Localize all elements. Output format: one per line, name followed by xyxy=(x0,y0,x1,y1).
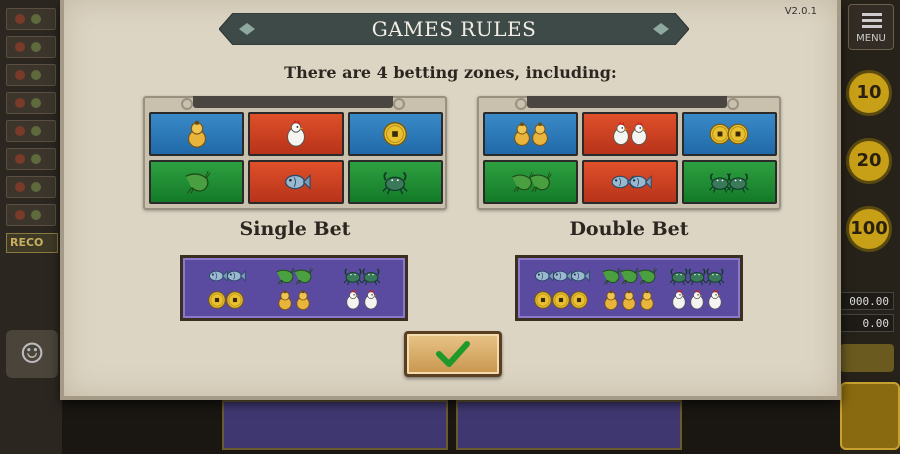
gourd-icon xyxy=(531,122,548,146)
history-cell xyxy=(6,120,56,142)
rooster-icon xyxy=(708,289,722,310)
menu-button[interactable]: MENU xyxy=(848,4,894,50)
zone-gourd xyxy=(483,112,579,156)
gourd-icon xyxy=(640,290,654,311)
rooster-icon xyxy=(364,289,378,310)
zone-crab xyxy=(347,160,443,204)
page-title: GAMES RULES xyxy=(371,17,537,41)
crab-icon xyxy=(361,268,381,286)
double-bet-combo xyxy=(515,255,743,321)
rules-subtitle: There are 4 betting zones, including: xyxy=(284,63,617,82)
fish-icon xyxy=(226,270,246,282)
confirm-button[interactable] xyxy=(404,331,502,377)
single-bet-board xyxy=(143,96,447,210)
fish-icon xyxy=(285,174,311,190)
rules-dialog: V2.0.1 GAMES RULES There are 4 betting z… xyxy=(60,0,841,400)
single-bet-combo xyxy=(180,255,408,321)
combo-group xyxy=(274,265,314,311)
balance-amount: 000.00 xyxy=(836,292,894,310)
double-bet-label: Double Bet xyxy=(569,218,689,240)
background-left-column: RECO ☺ xyxy=(0,0,62,454)
history-cell xyxy=(6,92,56,114)
crab-icon xyxy=(705,268,725,286)
history-cell xyxy=(6,176,56,198)
combo-group xyxy=(668,265,726,311)
title-banner: GAMES RULES xyxy=(219,13,689,45)
background-bottom-tiles xyxy=(222,400,692,454)
version-label: V2.0.1 xyxy=(784,6,817,17)
zone-rooster xyxy=(582,112,678,156)
chip-100-button[interactable]: 100 xyxy=(846,206,892,252)
combo-group xyxy=(532,265,590,311)
shrimp-icon xyxy=(185,170,211,194)
coin-icon xyxy=(570,291,588,309)
rooster-icon xyxy=(631,121,647,145)
zone-shrimp xyxy=(149,160,245,204)
coin-icon xyxy=(226,291,244,309)
chip-10-button[interactable]: 10 xyxy=(846,70,892,116)
gourd-icon xyxy=(187,120,206,148)
combo-group xyxy=(206,265,246,311)
chip-20-button[interactable]: 20 xyxy=(846,138,892,184)
gourd-icon xyxy=(296,290,310,311)
board-cap xyxy=(181,96,405,110)
combo-group xyxy=(600,265,658,311)
zone-fish xyxy=(582,160,678,204)
zone-rooster xyxy=(248,112,344,156)
history-cell xyxy=(6,148,56,170)
history-cell xyxy=(6,64,56,86)
checkmark-icon xyxy=(436,341,470,367)
fish-icon xyxy=(570,270,590,282)
single-bet-zones xyxy=(149,112,443,204)
repeat-button[interactable] xyxy=(840,344,894,372)
bet-amount: 0.00 xyxy=(836,314,894,332)
bet-tile xyxy=(456,400,682,450)
emoji-icon[interactable]: ☺ xyxy=(6,330,58,378)
history-cell xyxy=(6,204,56,226)
coin-icon xyxy=(727,123,749,145)
double-bet-board xyxy=(477,96,781,210)
crab-icon xyxy=(382,171,409,195)
coin-icon xyxy=(383,122,408,146)
zone-gourd xyxy=(149,112,245,156)
single-bet-label: Single Bet xyxy=(239,218,351,240)
shrimp-icon xyxy=(294,267,313,285)
zone-coin xyxy=(681,112,777,156)
zone-shrimp xyxy=(483,160,579,204)
bet-tile xyxy=(222,400,448,450)
shrimp-icon xyxy=(638,267,657,285)
zone-coin xyxy=(347,112,443,156)
board-cap xyxy=(515,96,739,110)
zone-crab xyxy=(681,160,777,204)
crab-icon xyxy=(727,173,750,193)
history-cell xyxy=(6,8,56,30)
rooster-icon xyxy=(287,119,305,147)
bet-button[interactable] xyxy=(840,382,900,450)
record-button[interactable]: RECO xyxy=(6,233,58,253)
zone-fish xyxy=(248,160,344,204)
background-right-column: MENU 10 20 100 000.00 0.00 xyxy=(836,0,900,454)
history-cell xyxy=(6,36,56,58)
double-bet-zones xyxy=(483,112,777,204)
shrimp-icon xyxy=(529,172,552,193)
combo-group xyxy=(342,265,382,311)
fish-icon xyxy=(629,175,652,189)
